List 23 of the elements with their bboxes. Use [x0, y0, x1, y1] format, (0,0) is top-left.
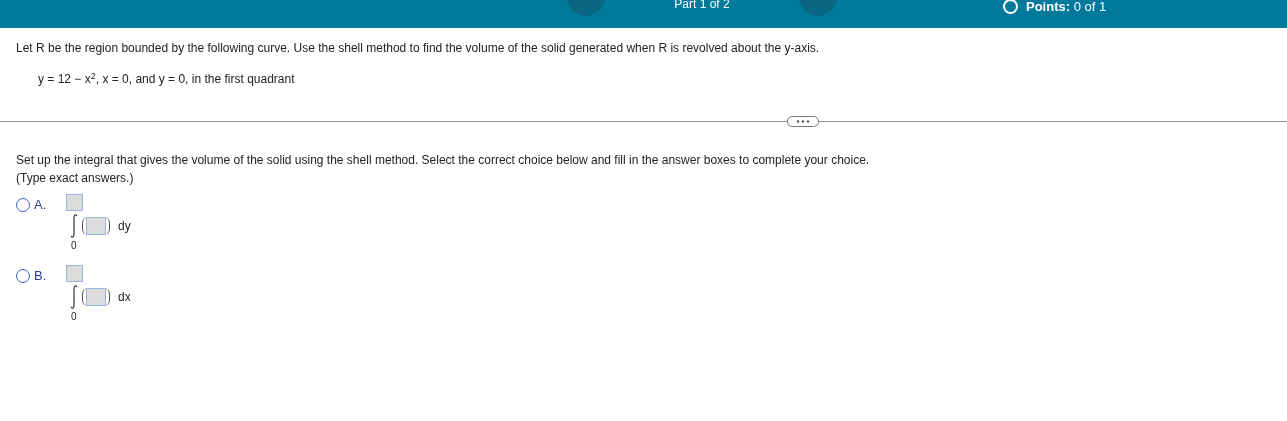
- radio-button[interactable]: [16, 268, 30, 283]
- choice-letter: B.: [34, 267, 47, 285]
- upper-limit-field[interactable]: [66, 194, 83, 211]
- differential-text: dy: [118, 218, 131, 235]
- circle-icon: [1003, 0, 1018, 15]
- integral-sign-icon: [70, 285, 78, 309]
- hint-text: (Type exact answers.): [16, 170, 135, 187]
- integrand-field[interactable]: [82, 217, 110, 235]
- ellipsis-icon: [796, 120, 810, 123]
- radio-button[interactable]: [16, 197, 30, 212]
- integrand-field[interactable]: [82, 288, 110, 306]
- choice-letter: A.: [34, 196, 47, 214]
- lower-limit-text: 0: [71, 310, 77, 324]
- instruction-text: Set up the integral that gives the volume of the solid using the shell method. Select the correct choice below and fill in the answer boxes to complete your choice.: [16, 152, 871, 169]
- expand-button[interactable]: [787, 116, 819, 127]
- equation-text: y = 12 − x$^{2}$, x = 0, and y = 0, in the first quadrant: [38, 70, 296, 88]
- points-score: Points: 0 of 1: [1026, 0, 1107, 16]
- differential-text: dx: [118, 289, 131, 306]
- part-indicator: Part 1 of 2: [673, 0, 731, 10]
- lower-limit-text: 0: [71, 239, 77, 253]
- integral-sign-icon: [70, 214, 78, 238]
- question-text: Let R be the region bounded by the following curve. Use the shell method to find the volume of the solid generated when R is revolved about the y-axis.: [16, 40, 821, 57]
- upper-limit-field[interactable]: [66, 265, 83, 282]
